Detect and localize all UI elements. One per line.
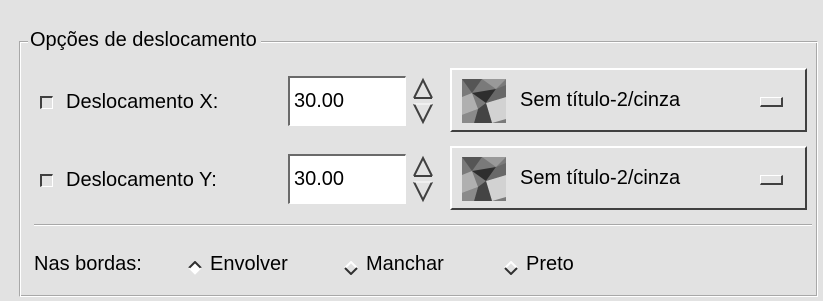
label-displace-y: Deslocamento Y:: [66, 169, 217, 191]
checkbox-displace-x[interactable]: [40, 96, 53, 109]
radio-label-black: Preto: [526, 253, 574, 275]
frame-title: Opções de deslocamento: [28, 26, 261, 54]
option-menu-indicator-icon: [760, 97, 783, 107]
spin-arrows-icon[interactable]: [412, 154, 434, 204]
row-displace-x: Deslocamento X: Sem título-2/cinza: [36, 68, 811, 134]
map-name-displace-y: Sem título-2/cinza: [520, 167, 681, 189]
map-name-displace-x: Sem título-2/cinza: [520, 89, 681, 111]
edge-behavior-group: Nas bordas: Envolver Manchar Preto: [34, 248, 734, 280]
radio-label-wrap: Envolver: [210, 253, 288, 275]
radio-diamond-icon: [188, 258, 202, 281]
image-thumbnail-icon: [462, 79, 506, 123]
checkbox-displace-y[interactable]: [40, 174, 53, 187]
option-menu-indicator-icon: [760, 175, 783, 185]
spin-input-displace-y[interactable]: [288, 154, 406, 204]
spin-arrows-icon[interactable]: [412, 76, 434, 126]
map-select-displace-x[interactable]: Sem título-2/cinza: [450, 68, 807, 132]
map-select-displace-y[interactable]: Sem título-2/cinza: [450, 146, 807, 210]
image-thumbnail-icon: [462, 157, 506, 201]
spin-input-displace-x[interactable]: [288, 76, 406, 126]
edge-behavior-label: Nas bordas:: [34, 253, 142, 275]
radio-diamond-icon: [504, 258, 518, 281]
label-displace-x: Deslocamento X:: [66, 91, 219, 113]
radio-diamond-icon: [344, 258, 358, 281]
row-displace-y: Deslocamento Y: Sem título-2/cinza: [36, 146, 811, 212]
radio-label-smear: Manchar: [366, 253, 444, 275]
separator: [34, 224, 812, 226]
